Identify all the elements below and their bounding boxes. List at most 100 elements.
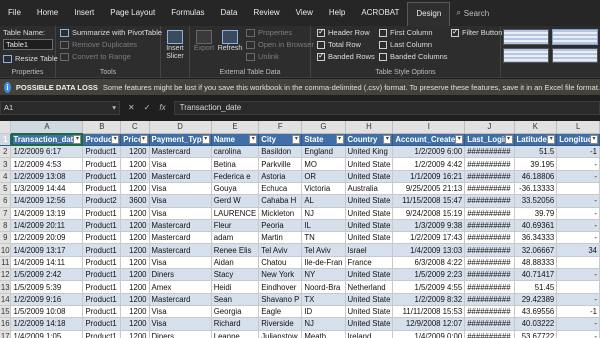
- table-cell[interactable]: ##########: [464, 317, 515, 331]
- table-cell[interactable]: United State: [345, 293, 394, 306]
- column-header-c[interactable]: C: [120, 121, 150, 134]
- banded-rows-checkbox[interactable]: Banded Rows: [317, 51, 375, 61]
- filter-dropdown-icon[interactable]: ▾: [383, 134, 392, 144]
- table-header-cell[interactable]: Transaction_date ▾: [10, 133, 84, 147]
- table-cell[interactable]: MO: [301, 157, 346, 171]
- table-cell[interactable]: 1/4/2009 14:11: [10, 256, 84, 270]
- table-cell[interactable]: -: [556, 231, 600, 245]
- table-cell[interactable]: Amex: [149, 280, 212, 294]
- enter-icon[interactable]: ✓: [144, 103, 151, 112]
- table-cell[interactable]: Richard: [211, 317, 260, 331]
- table-cell[interactable]: Eagle: [258, 305, 303, 319]
- row-header[interactable]: 9: [0, 231, 12, 245]
- table-cell[interactable]: 11/15/2008 15:47: [392, 194, 466, 208]
- table-cell[interactable]: 1/4/2009 1:05: [10, 330, 84, 338]
- table-cell[interactable]: Julianstow: [258, 330, 303, 338]
- table-cell[interactable]: 34: [556, 243, 600, 257]
- table-cell[interactable]: Mastercard: [149, 231, 212, 245]
- table-cell[interactable]: Mastercard: [149, 170, 212, 183]
- table-cell[interactable]: ##########: [464, 268, 515, 282]
- table-cell[interactable]: 9/24/2008 15:19: [392, 207, 466, 220]
- table-cell[interactable]: 40.71417: [514, 268, 558, 282]
- table-cell[interactable]: Product1: [82, 231, 122, 245]
- table-cell[interactable]: 1/4/2009 13:03: [392, 243, 466, 257]
- table-cell[interactable]: -1: [556, 305, 600, 319]
- header-row-checkbox[interactable]: Header Row: [317, 27, 370, 37]
- tab-acrobat[interactable]: ACROBAT: [353, 0, 407, 26]
- table-cell[interactable]: [556, 280, 600, 294]
- table-cell[interactable]: NJ: [301, 317, 346, 331]
- table-cell[interactable]: Product1: [82, 256, 122, 270]
- last-column-checkbox[interactable]: Last Column: [379, 40, 432, 49]
- table-cell[interactable]: 1200: [120, 305, 150, 319]
- formula-input[interactable]: Transaction_date: [173, 100, 600, 115]
- table-cell[interactable]: Product1: [82, 305, 122, 319]
- table-cell[interactable]: Visa: [149, 256, 212, 270]
- row-header[interactable]: 2: [0, 145, 12, 159]
- tab-review[interactable]: Review: [245, 0, 287, 26]
- table-cell[interactable]: ##########: [464, 194, 515, 208]
- table-cell[interactable]: Riverside: [258, 317, 303, 331]
- table-cell[interactable]: NJ: [301, 207, 346, 220]
- table-cell[interactable]: 1/2/2009 4:53: [10, 157, 84, 171]
- table-name-input[interactable]: Table1: [3, 39, 53, 50]
- row-header[interactable]: 5: [0, 182, 12, 196]
- tab-file[interactable]: File: [0, 0, 29, 26]
- table-cell[interactable]: Visa: [149, 194, 212, 208]
- table-cell[interactable]: ##########: [464, 293, 515, 306]
- table-cell[interactable]: Mastercard: [149, 145, 212, 159]
- table-cell[interactable]: 48.88333: [514, 256, 558, 270]
- table-cell[interactable]: Visa: [149, 207, 212, 220]
- spreadsheet-grid[interactable]: ABCDEFGHIJKL 1 Transaction_date ▾ Product ▾ P…: [0, 121, 600, 338]
- table-cell[interactable]: 1/2/2009 8:32: [392, 293, 466, 306]
- table-cell[interactable]: Basildon: [258, 145, 303, 159]
- table-cell[interactable]: 1200: [120, 219, 150, 233]
- table-cell[interactable]: Sean: [211, 293, 260, 306]
- cancel-icon[interactable]: ✕: [128, 103, 135, 112]
- table-cell[interactable]: -: [556, 170, 600, 183]
- tab-data[interactable]: Data: [213, 0, 246, 26]
- table-cell[interactable]: 1200: [120, 293, 150, 306]
- table-cell[interactable]: United State: [345, 207, 394, 220]
- table-header-cell[interactable]: Country ▾: [345, 133, 394, 147]
- table-cell[interactable]: Gouya: [211, 182, 260, 196]
- row-header[interactable]: 13: [0, 280, 12, 294]
- table-cell[interactable]: 1200: [120, 256, 150, 270]
- table-cell[interactable]: Betina: [211, 157, 260, 171]
- filter-dropdown-icon[interactable]: ▾: [455, 134, 464, 144]
- table-cell[interactable]: United State: [345, 231, 394, 245]
- table-cell[interactable]: United State: [345, 268, 394, 282]
- row-header[interactable]: 6: [0, 194, 12, 208]
- table-cell[interactable]: ##########: [464, 256, 515, 270]
- table-cell[interactable]: 6/3/2008 4:22: [392, 256, 466, 270]
- table-cell[interactable]: [556, 182, 600, 196]
- filter-dropdown-icon[interactable]: ▾: [292, 134, 301, 144]
- chevron-down-icon[interactable]: ▾: [112, 102, 116, 114]
- table-cell[interactable]: Product1: [82, 170, 122, 183]
- table-cell[interactable]: ##########: [464, 243, 515, 257]
- summarize-pivottable-button[interactable]: Summarize with PivotTable: [60, 28, 162, 37]
- table-cell[interactable]: 1200: [120, 280, 150, 294]
- table-cell[interactable]: ##########: [464, 219, 515, 233]
- select-all-corner[interactable]: [0, 121, 12, 134]
- table-cell[interactable]: -: [556, 330, 600, 338]
- table-cell[interactable]: Meath: [301, 330, 346, 338]
- refresh-button[interactable]: Refresh: [217, 30, 243, 52]
- table-header-cell[interactable]: Latitude ▾: [514, 133, 558, 147]
- table-cell[interactable]: -: [556, 317, 600, 331]
- remove-duplicates-button[interactable]: Remove Duplicates: [60, 40, 137, 49]
- table-style-swatch[interactable]: [552, 29, 598, 45]
- table-cell[interactable]: Product1: [82, 182, 122, 196]
- table-cell[interactable]: Gerd W: [211, 194, 260, 208]
- table-cell[interactable]: Visa: [149, 305, 212, 319]
- name-box[interactable]: A1 ▾: [0, 100, 120, 115]
- table-cell[interactable]: Mickleton: [258, 207, 303, 220]
- table-cell[interactable]: Mastercard: [149, 219, 212, 233]
- table-cell[interactable]: 12/9/2008 12:07: [392, 317, 466, 331]
- table-cell[interactable]: IL: [301, 219, 346, 233]
- table-cell[interactable]: ##########: [464, 145, 515, 159]
- column-header-i[interactable]: I: [392, 121, 466, 134]
- table-cell[interactable]: 43.69556: [514, 305, 558, 319]
- row-header[interactable]: 4: [0, 170, 12, 183]
- table-cell[interactable]: Visa: [149, 317, 212, 331]
